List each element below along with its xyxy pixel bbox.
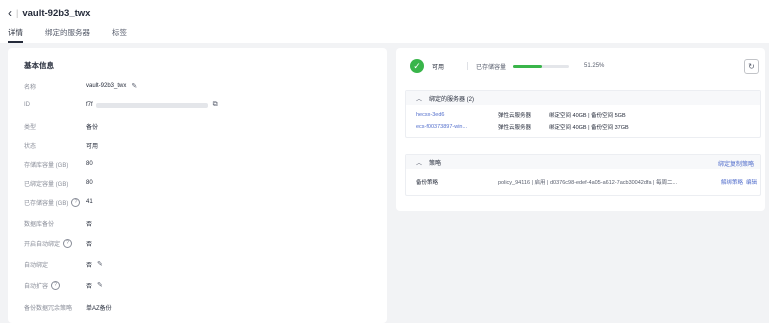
divider [467, 62, 469, 70]
info-row-auto-expand: 自动扩容? 否 ✎ [24, 280, 103, 290]
info-value: vault-92b3_twx [86, 83, 127, 89]
refresh-button[interactable]: ↻ [744, 59, 759, 74]
info-key: ID [24, 102, 30, 108]
page-title: vault-92b3_twx [22, 7, 91, 19]
server-type: 弹性云服务器 [498, 113, 532, 119]
edit-icon[interactable]: ✎ [97, 260, 103, 268]
info-row-type: 类型 备份 [24, 121, 98, 131]
help-icon[interactable]: ? [71, 197, 81, 207]
policy-title: 策略 [429, 160, 442, 167]
edit-policy-link[interactable]: 编辑 [746, 178, 757, 186]
capacity-percent: 51.25% [584, 63, 605, 69]
info-row-status: 状态 可用 [24, 140, 98, 150]
help-icon[interactable]: ? [51, 280, 61, 290]
server-name-link[interactable]: hecsx-3ed6 [416, 112, 498, 118]
info-value: 41 [86, 199, 93, 205]
info-key: 存储库容量 (GB) [24, 162, 69, 169]
server-name-link[interactable]: ecs-f00373897-win... [416, 124, 498, 130]
info-value: f7f [86, 102, 93, 108]
redacted-id [95, 102, 208, 108]
info-value: 否 [86, 262, 93, 269]
tab-bound-servers[interactable]: 绑定的服务器 [45, 27, 90, 43]
policy-desc: policy_94116 | 启用 | d0376c98-edef-4a05-a… [498, 180, 678, 186]
bound-servers-header[interactable]: ︿ 绑定的服务器 (2) [406, 91, 760, 105]
basic-info-card: 基本信息 名称 vault-92b3_twx ✎ ID f7f ⧉ 类型 备份 状态… [8, 48, 387, 323]
server-row: ecs-f00373897-win... 弹性云服务器 绑定空间 40GB | … [406, 121, 760, 133]
status-text: 可用 [432, 64, 445, 71]
info-row-stored-capacity: 已存储容量 (GB)? 41 [24, 197, 93, 207]
tabs: 详情 绑定的服务器 标签 [8, 27, 127, 43]
basic-info-title: 基本信息 [24, 61, 54, 70]
info-key: 已存储容量 (GB) [24, 200, 69, 207]
title-separator: | [16, 8, 19, 18]
capacity-label: 已存储容量 [476, 64, 507, 71]
copy-icon[interactable]: ⧉ [213, 101, 218, 109]
info-row-auto-bind: 自动绑定 否 ✎ [24, 259, 103, 269]
info-value: 可用 [86, 143, 99, 150]
info-key: 开启自动绑定 [24, 241, 61, 248]
info-row-capacity: 存储库容量 (GB) 80 [24, 159, 93, 169]
info-key: 自动扩容 [24, 283, 49, 290]
tab-details[interactable]: 详情 [8, 27, 23, 43]
policy-row: 备份策略 policy_94116 | 启用 | d0376c98-edef-4… [406, 169, 760, 195]
capacity-progress-bar [513, 64, 570, 68]
info-key: 数据库备份 [24, 221, 55, 228]
info-value: 否 [86, 283, 93, 290]
bind-replication-policy-link[interactable]: 绑定复制策略 [718, 159, 754, 168]
info-value: 80 [86, 161, 93, 167]
check-icon: ✓ [410, 59, 424, 73]
info-row-redundancy: 备份数据冗余策略 单AZ备份 [24, 302, 112, 312]
title-row: ‹ | vault-92b3_twx [8, 6, 90, 20]
info-value: 备份 [86, 124, 99, 131]
capacity-progress-fill [513, 64, 542, 68]
back-arrow-icon[interactable]: ‹ [8, 7, 12, 19]
status-row: ✓ 可用 已存储容量 51.25% [410, 59, 604, 73]
info-row-bound-capacity: 已绑定容量 (GB) 80 [24, 178, 93, 188]
vault-summary-card: ✓ 可用 已存储容量 51.25% ↻ ︿ 绑定的服务器 (2) hecsx-3… [396, 48, 765, 211]
policy-header[interactable]: ︿ 策略 [406, 155, 760, 169]
unbind-policy-link[interactable]: 解绑策略 [721, 178, 743, 186]
info-key: 自动绑定 [24, 262, 49, 269]
chevron-up-icon[interactable]: ︿ [416, 158, 422, 167]
info-row-name: 名称 vault-92b3_twx ✎ [24, 81, 137, 91]
info-row-id: ID f7f ⧉ [24, 100, 218, 110]
refresh-icon: ↻ [748, 62, 755, 71]
edit-icon[interactable]: ✎ [97, 281, 103, 289]
info-row-db-backup: 数据库备份 否 [24, 218, 92, 228]
server-row: hecsx-3ed6 弹性云服务器 绑定空间 40GB | 备份空间 5GB [406, 109, 760, 121]
info-key: 状态 [24, 143, 37, 150]
policy-panel: ︿ 策略 绑定复制策略 备份策略 policy_94116 | 启用 | d03… [405, 154, 761, 196]
server-type: 弹性云服务器 [498, 125, 532, 131]
chevron-up-icon[interactable]: ︿ [416, 94, 422, 103]
tab-tags[interactable]: 标签 [112, 27, 127, 43]
policy-name: 备份策略 [416, 180, 439, 186]
bound-servers-panel: ︿ 绑定的服务器 (2) hecsx-3ed6 弹性云服务器 绑定空间 40GB… [405, 90, 761, 138]
info-key: 类型 [24, 124, 37, 131]
info-value: 80 [86, 180, 93, 186]
top-bar: ‹ | vault-92b3_twx 详情 绑定的服务器 标签 [0, 0, 769, 43]
info-row-auto-bind-enable: 开启自动绑定? 否 [24, 238, 92, 248]
edit-icon[interactable]: ✎ [131, 82, 137, 90]
server-info: 绑定空间 40GB | 备份空间 5GB [549, 113, 626, 119]
server-info: 绑定空间 40GB | 备份空间 37GB [549, 125, 629, 131]
bound-servers-title: 绑定的服务器 (2) [429, 96, 475, 103]
info-value: 否 [86, 241, 93, 248]
info-value: 否 [86, 221, 93, 228]
help-icon[interactable]: ? [63, 238, 73, 248]
info-key: 备份数据冗余策略 [24, 305, 73, 312]
info-key: 名称 [24, 84, 37, 91]
info-key: 已绑定容量 (GB) [24, 181, 69, 188]
info-value: 单AZ备份 [86, 305, 112, 312]
